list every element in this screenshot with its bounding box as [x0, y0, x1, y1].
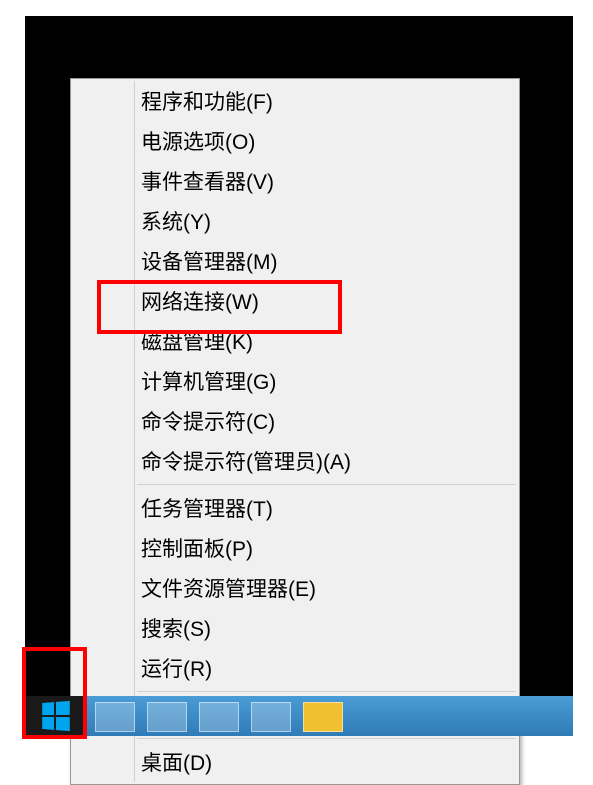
menu-separator — [137, 738, 516, 739]
menu-item-label: 电源选项(O) — [141, 126, 255, 156]
menu-item-task-manager[interactable]: 任务管理器(T) — [137, 488, 518, 528]
menu-separator — [137, 484, 516, 485]
menu-item-label: 网络连接(W) — [141, 286, 259, 316]
menu-item-file-explorer[interactable]: 文件资源管理器(E) — [137, 568, 518, 608]
menu-item-label: 事件查看器(V) — [141, 166, 274, 196]
menu-item-device-manager[interactable]: 设备管理器(M) — [137, 241, 518, 281]
winx-context-menu: 程序和功能(F) 电源选项(O) 事件查看器(V) 系统(Y) 设备管理器(M)… — [70, 78, 520, 785]
menu-icon-strip — [73, 81, 133, 782]
menu-item-label: 系统(Y) — [141, 206, 211, 236]
menu-item-label: 命令提示符(C) — [141, 406, 275, 436]
menu-item-system[interactable]: 系统(Y) — [137, 201, 518, 241]
taskbar-icon[interactable] — [251, 702, 291, 732]
taskbar-icon[interactable] — [147, 702, 187, 732]
menu-item-label: 搜索(S) — [141, 613, 211, 643]
menu-item-label: 控制面板(P) — [141, 533, 253, 563]
menu-item-label: 文件资源管理器(E) — [141, 573, 316, 603]
menu-item-label: 设备管理器(M) — [141, 246, 277, 276]
menu-item-label: 程序和功能(F) — [141, 86, 273, 116]
menu-item-control-panel[interactable]: 控制面板(P) — [137, 528, 518, 568]
menu-item-command-prompt[interactable]: 命令提示符(C) — [137, 401, 518, 441]
menu-item-event-viewer[interactable]: 事件查看器(V) — [137, 161, 518, 201]
taskbar — [25, 696, 573, 736]
menu-item-desktop[interactable]: 桌面(D) — [137, 742, 518, 782]
menu-separator — [137, 691, 516, 692]
menu-item-power-options[interactable]: 电源选项(O) — [137, 121, 518, 161]
taskbar-pinned-items — [95, 702, 343, 732]
menu-item-label: 磁盘管理(K) — [141, 326, 253, 356]
menu-item-run[interactable]: 运行(R) — [137, 648, 518, 688]
menu-item-label: 计算机管理(G) — [141, 366, 276, 396]
menu-item-computer-management[interactable]: 计算机管理(G) — [137, 361, 518, 401]
taskbar-icon[interactable] — [303, 702, 343, 732]
taskbar-icon[interactable] — [95, 702, 135, 732]
desktop-background: 程序和功能(F) 电源选项(O) 事件查看器(V) 系统(Y) 设备管理器(M)… — [25, 16, 573, 736]
menu-items-container: 程序和功能(F) 电源选项(O) 事件查看器(V) 系统(Y) 设备管理器(M)… — [134, 81, 518, 782]
windows-logo-icon — [42, 701, 70, 731]
menu-item-label: 桌面(D) — [141, 747, 212, 777]
menu-item-label: 命令提示符(管理员)(A) — [141, 446, 351, 476]
menu-item-network-connections[interactable]: 网络连接(W) — [137, 281, 518, 321]
start-button[interactable] — [25, 696, 85, 736]
menu-item-command-prompt-admin[interactable]: 命令提示符(管理员)(A) — [137, 441, 518, 481]
menu-item-search[interactable]: 搜索(S) — [137, 608, 518, 648]
menu-item-label: 任务管理器(T) — [141, 493, 273, 523]
menu-item-programs-features[interactable]: 程序和功能(F) — [137, 81, 518, 121]
menu-item-label: 运行(R) — [141, 653, 212, 683]
menu-item-disk-management[interactable]: 磁盘管理(K) — [137, 321, 518, 361]
taskbar-icon[interactable] — [199, 702, 239, 732]
